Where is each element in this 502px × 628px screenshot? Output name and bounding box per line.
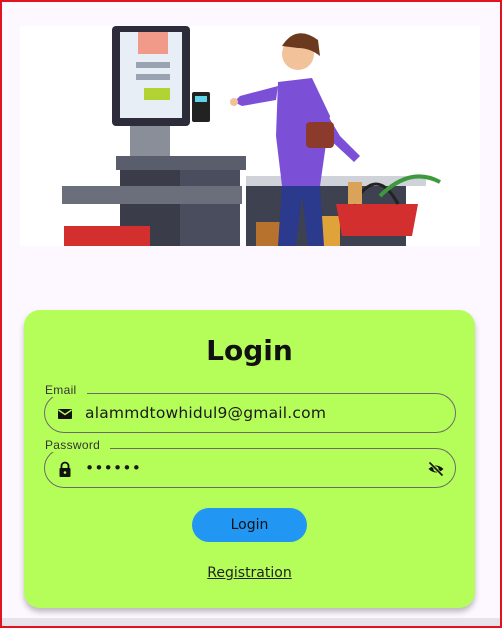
password-input-value[interactable]: •••••• xyxy=(85,459,141,477)
email-field[interactable]: Email alammdtowhidul9@gmail.com xyxy=(44,383,456,433)
login-button[interactable]: Login xyxy=(192,508,307,542)
hero-illustration xyxy=(20,26,480,246)
login-card: Login Email alammdtowhidul9@gmail.com Pa… xyxy=(24,310,475,608)
email-input-value[interactable]: alammdtowhidul9@gmail.com xyxy=(85,404,326,422)
bottom-strip xyxy=(2,618,500,626)
eye-off-icon[interactable] xyxy=(427,460,445,478)
email-label: Email xyxy=(45,383,87,397)
mail-icon xyxy=(56,405,74,423)
lock-icon xyxy=(56,460,74,478)
self-checkout-illustration xyxy=(62,26,441,246)
password-label: Password xyxy=(45,438,111,452)
login-title: Login xyxy=(206,334,293,367)
registration-link[interactable]: Registration xyxy=(24,565,475,581)
password-field[interactable]: Password •••••• xyxy=(44,438,456,488)
